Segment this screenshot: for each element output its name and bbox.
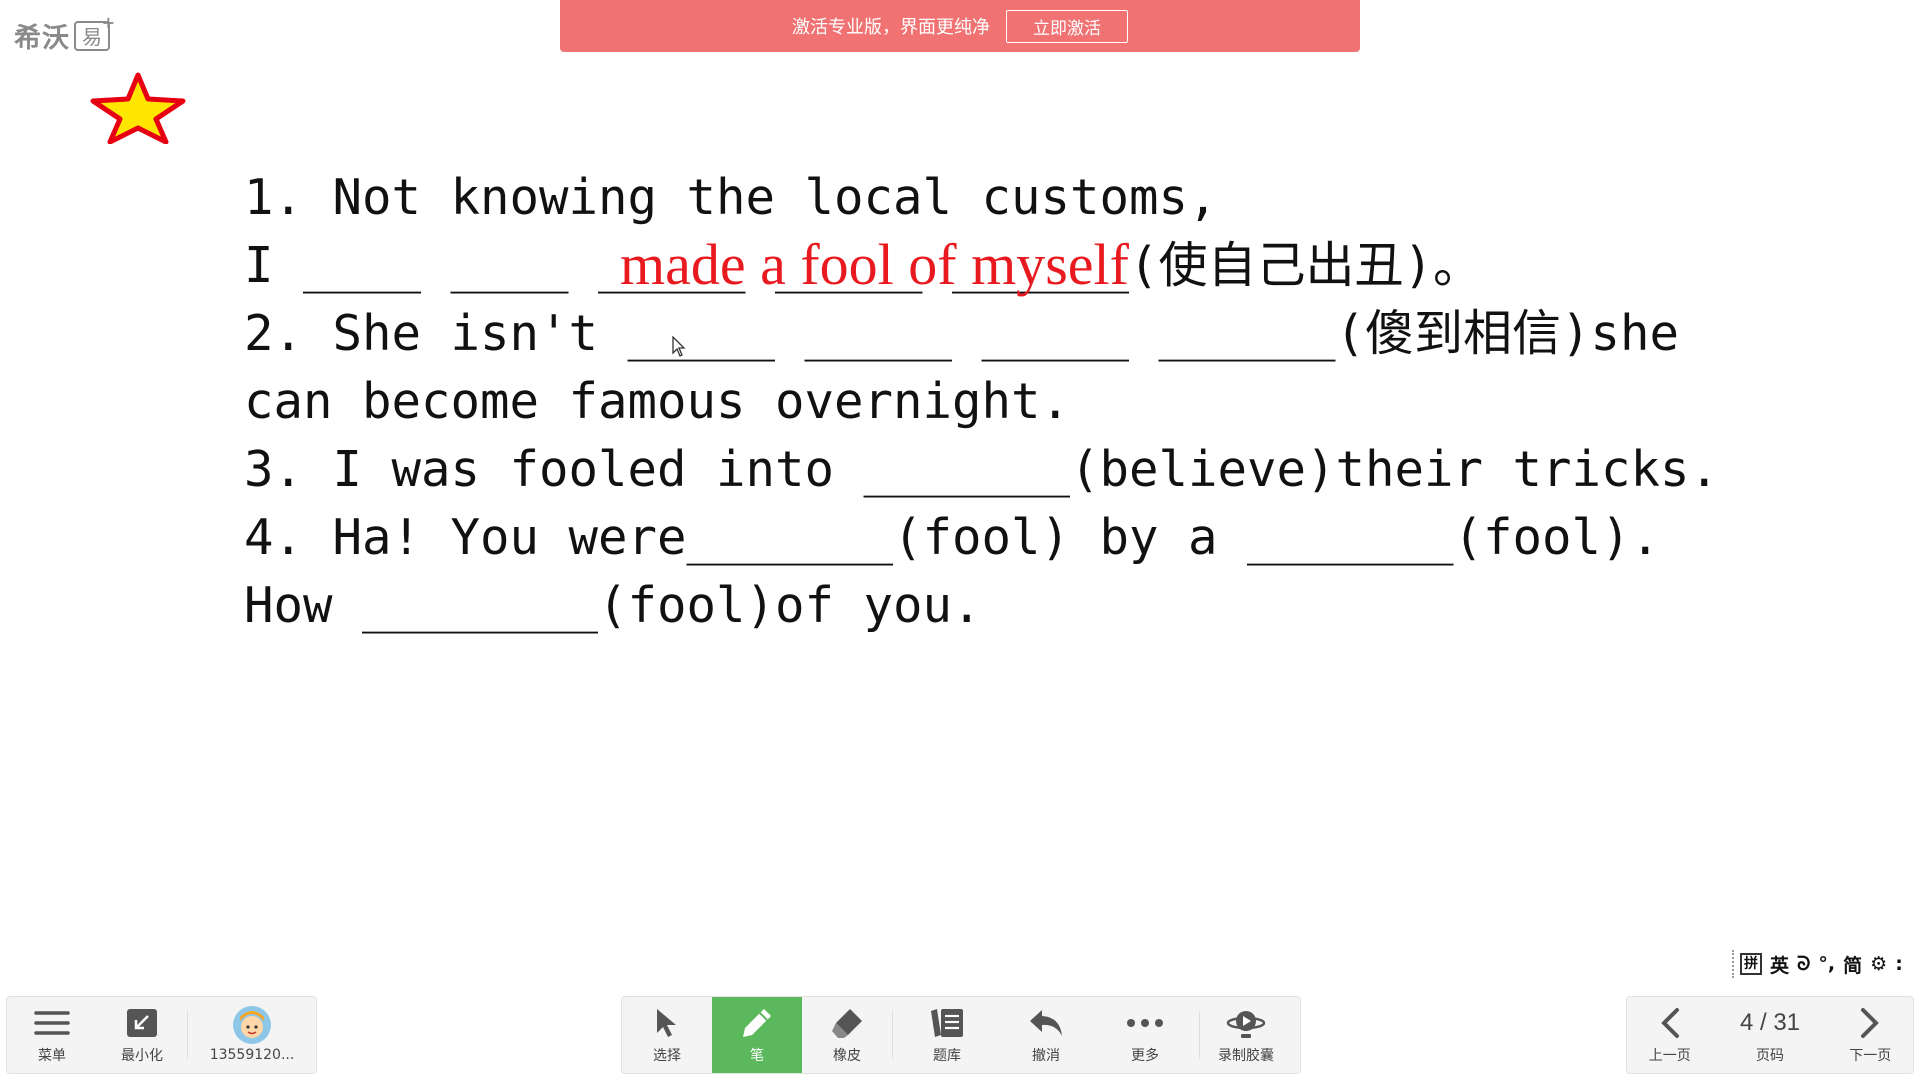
page-number-button[interactable]: 4 / 31 页码 — [1712, 997, 1827, 1073]
chevron-left-icon — [1659, 1006, 1681, 1040]
minimize-button[interactable]: 最小化 — [97, 997, 187, 1073]
select-tool-button[interactable]: 选择 — [622, 997, 712, 1073]
user-account-button[interactable]: 13559120... — [188, 997, 316, 1073]
star-icon — [90, 72, 186, 144]
tool-toolbar: 选择 笔 橡皮 题库 撤消 更多 录制胶囊 — [621, 996, 1301, 1074]
ime-settings-icon[interactable]: ⚙ — [1870, 953, 1887, 975]
exercise-line-5: 3. I was fooled into _______(believe)the… — [244, 441, 1720, 498]
ime-punctuation[interactable]: °, — [1818, 953, 1835, 975]
logo-plus: + — [101, 12, 115, 32]
record-capsule-label: 录制胶囊 — [1218, 1047, 1274, 1064]
exercise-line-7: How ________(fool)of you. — [244, 577, 982, 634]
activate-button[interactable]: 立即激活 — [1006, 9, 1128, 43]
page-navigator: 上一页 4 / 31 页码 下一页 — [1626, 996, 1914, 1074]
ime-more[interactable]: : — [1895, 953, 1903, 975]
user-id-label: 13559120... — [209, 1046, 295, 1063]
handwritten-answer: made a fool of myself — [620, 232, 1129, 297]
left-toolbar: 菜单 最小化 13559120... — [6, 996, 317, 1074]
select-label: 选择 — [653, 1047, 681, 1064]
eraser-icon — [830, 1006, 864, 1040]
undo-button[interactable]: 撤消 — [1001, 997, 1091, 1073]
question-bank-icon — [929, 1006, 965, 1040]
eraser-tool-button[interactable]: 橡皮 — [802, 997, 892, 1073]
pen-tool-button[interactable]: 笔 — [712, 997, 802, 1073]
next-page-button[interactable]: 下一页 — [1828, 997, 1913, 1073]
pen-label: 笔 — [750, 1047, 764, 1064]
logo-badge-text: 易 — [82, 25, 102, 49]
menu-button[interactable]: 菜单 — [7, 997, 97, 1073]
slide-content: 1. Not knowing the local customs, I ____… — [244, 164, 1844, 640]
undo-icon — [1028, 1006, 1064, 1040]
page-number-label: 页码 — [1756, 1047, 1784, 1064]
ime-simplified[interactable]: 简 — [1843, 951, 1862, 978]
banner-message: 激活专业版，界面更纯净 — [792, 17, 990, 38]
ime-moon-icon[interactable]: ᘐ — [1797, 953, 1810, 975]
more-button[interactable]: 更多 — [1091, 997, 1199, 1073]
app-logo: 希沃 易 + — [14, 13, 115, 55]
chevron-right-icon — [1859, 1006, 1881, 1040]
logo-badge: 易 + — [74, 13, 115, 51]
page-number: 4 / 31 — [1739, 1008, 1801, 1036]
exercise-line-4: can become famous overnight. — [244, 373, 1071, 430]
menu-icon — [34, 1006, 70, 1040]
minimize-icon — [126, 1006, 158, 1040]
undo-label: 撤消 — [1032, 1047, 1060, 1064]
exercise-line-3: 2. She isn't _____ _____ _____ ______(傻到… — [244, 305, 1680, 362]
pen-icon — [740, 1006, 774, 1040]
record-capsule-button[interactable]: 录制胶囊 — [1200, 997, 1292, 1073]
more-label: 更多 — [1131, 1047, 1159, 1064]
exercise-line-1: 1. Not knowing the local customs, — [244, 169, 1218, 226]
record-capsule-icon — [1226, 1006, 1266, 1040]
question-bank-button[interactable]: 题库 — [893, 997, 1001, 1073]
logo-text: 希沃 — [14, 23, 70, 54]
eraser-label: 橡皮 — [833, 1047, 861, 1064]
exercise-line-6: 4. Ha! You were_______(fool) by a ______… — [244, 509, 1661, 566]
ime-english[interactable]: 英 — [1770, 951, 1789, 978]
activation-banner: 激活专业版，界面更纯净 立即激活 — [560, 0, 1360, 52]
avatar — [232, 1005, 272, 1044]
pointer-icon — [654, 1006, 680, 1040]
ime-toolbar: 拼 英 ᘐ °, 简 ⚙ : — [1732, 950, 1909, 978]
prev-page-label: 上一页 — [1648, 1047, 1691, 1064]
question-bank-label: 题库 — [933, 1047, 961, 1064]
minimize-label: 最小化 — [121, 1047, 163, 1064]
menu-label: 菜单 — [38, 1047, 66, 1064]
prev-page-button[interactable]: 上一页 — [1627, 997, 1712, 1073]
mouse-cursor-icon — [672, 336, 686, 357]
next-page-label: 下一页 — [1849, 1047, 1892, 1064]
ime-pinyin[interactable]: 拼 — [1740, 953, 1762, 975]
more-icon — [1126, 1006, 1164, 1040]
